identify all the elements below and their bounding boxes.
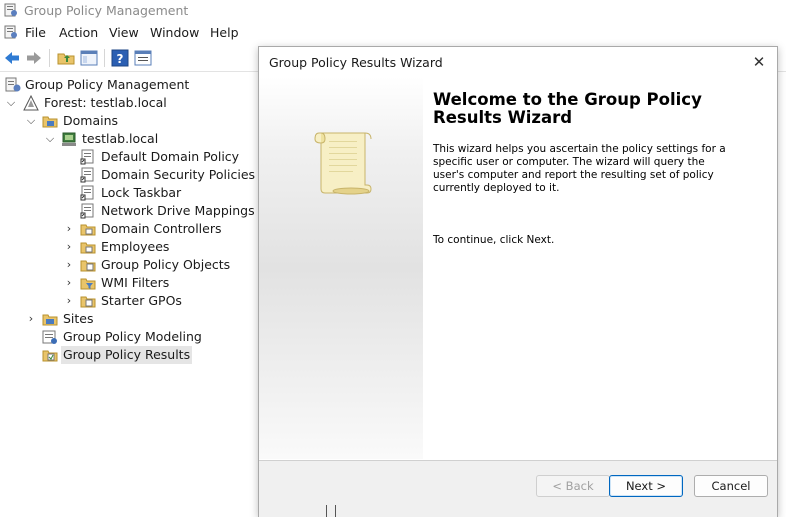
dialog-title: Group Policy Results Wizard	[269, 55, 443, 70]
menu-action[interactable]: Action	[59, 25, 98, 40]
tree-label: Forest: testlab.local	[44, 95, 167, 110]
domain-icon	[62, 132, 76, 146]
ou-folder-icon	[80, 224, 96, 236]
wizard-body: Welcome to the Group Policy Results Wiza…	[423, 77, 777, 459]
window-title: Group Policy Management	[24, 3, 189, 18]
gpmc-app-icon	[4, 3, 17, 17]
domains-folder-icon	[42, 116, 58, 128]
console-tree: Group Policy Management ⌵ Forest: testla…	[0, 72, 258, 517]
gp-results-folder-icon	[42, 350, 58, 362]
wizard-watermark-panel	[259, 77, 423, 459]
properties-icon[interactable]	[134, 49, 152, 67]
sites-folder-icon	[42, 314, 58, 326]
tree-label: Group Policy Objects	[101, 257, 231, 272]
chevron-down-icon[interactable]: ⌵	[5, 94, 17, 112]
wizard-dialog: Group Policy Results Wizard ✕ Welcome to…	[258, 46, 778, 517]
menu-help[interactable]: Help	[210, 25, 239, 40]
chevron-right-icon[interactable]: ›	[25, 310, 37, 328]
show-hide-tree-icon[interactable]	[80, 49, 98, 67]
gpo-link-icon	[80, 185, 94, 201]
chevron-right-icon[interactable]: ›	[63, 256, 75, 274]
chevron-down-icon[interactable]: ⌵	[25, 112, 37, 130]
gpo-link-icon	[80, 167, 94, 183]
gp-modeling-icon	[42, 330, 57, 344]
title-bar: Group Policy Management	[0, 0, 786, 22]
chevron-right-icon[interactable]: ›	[63, 274, 75, 292]
chevron-down-icon[interactable]: ⌵	[44, 130, 56, 148]
gpmc-root-icon	[5, 77, 21, 92]
tree-label: Domains	[63, 113, 119, 128]
tree-label: Domain Controllers	[101, 221, 222, 236]
gpo-link-icon	[80, 149, 94, 165]
scroll-icon	[314, 132, 372, 195]
menu-bar: File Action View Window Help	[0, 22, 786, 43]
tree-label: Group Policy Results	[61, 346, 193, 364]
cancel-button[interactable]: Cancel	[694, 475, 768, 497]
starter-gpo-folder-icon	[80, 296, 96, 308]
help-icon[interactable]: ?	[111, 49, 129, 67]
tree-label: WMI Filters	[101, 275, 170, 290]
tree-label: Network Drive Mappings	[101, 203, 255, 218]
chevron-right-icon[interactable]: ›	[63, 238, 75, 256]
back-arrow-icon[interactable]	[3, 49, 21, 67]
next-button[interactable]: Next >	[609, 475, 683, 497]
menu-view[interactable]: View	[109, 25, 139, 40]
tree-label: Sites	[63, 311, 94, 326]
menu-window[interactable]: Window	[150, 25, 199, 40]
toolbar-separator	[104, 49, 105, 67]
wmi-filter-folder-icon	[80, 278, 96, 290]
system-menu-icon[interactable]	[4, 25, 18, 39]
gpo-folder-icon	[80, 260, 96, 272]
back-button[interactable]: < Back	[536, 475, 610, 497]
wizard-description: This wizard helps you ascertain the poli…	[433, 143, 726, 194]
up-folder-icon[interactable]	[57, 49, 75, 67]
chevron-right-icon[interactable]: ›	[63, 220, 75, 238]
splitter-grip[interactable]	[326, 505, 336, 517]
wizard-heading: Welcome to the Group Policy Results Wiza…	[433, 90, 702, 127]
wizard-continue-text: To continue, click Next.	[433, 234, 555, 246]
forest-icon	[23, 95, 39, 111]
toolbar-separator	[49, 49, 50, 67]
tree-label: Default Domain Policy	[101, 149, 240, 164]
svg-text:?: ?	[117, 52, 124, 66]
tree-label: Lock Taskbar	[101, 185, 182, 200]
chevron-right-icon[interactable]: ›	[63, 292, 75, 310]
tree-label: Employees	[101, 239, 170, 254]
close-icon[interactable]: ✕	[749, 52, 769, 72]
menu-file[interactable]: File	[25, 25, 46, 40]
tree-label: Starter GPOs	[101, 293, 182, 308]
tree-label: Domain Security Policies	[101, 167, 256, 182]
forward-arrow-icon[interactable]	[25, 49, 43, 67]
tree-label: Group Policy Modeling	[63, 329, 202, 344]
wizard-footer: < Back Next > Cancel	[259, 460, 777, 517]
gpo-link-icon	[80, 203, 94, 219]
tree-label: Group Policy Management	[25, 77, 190, 92]
ou-folder-icon	[80, 242, 96, 254]
tree-label: testlab.local	[82, 131, 159, 146]
